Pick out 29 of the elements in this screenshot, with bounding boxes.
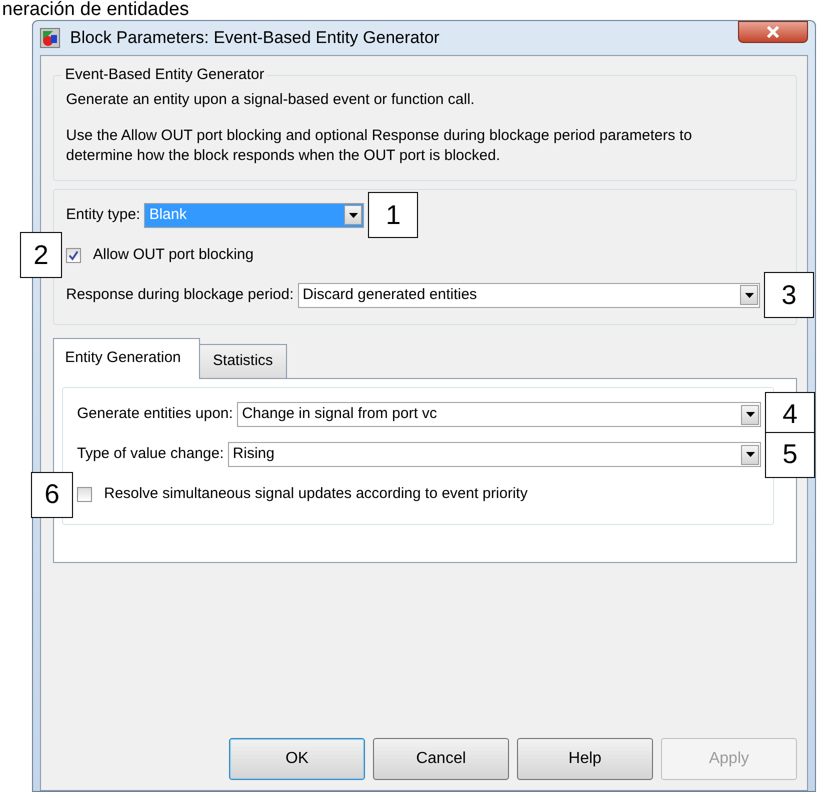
- close-button[interactable]: [738, 21, 808, 43]
- checkbox-label: Allow OUT port blocking: [93, 244, 254, 265]
- description-text: Use the Allow OUT port blocking and optional Response during blockage period parameters to determine how the block responds when the OUT port is blocked.: [66, 126, 693, 166]
- group-title: Event-Based Entity Generator: [64, 66, 266, 84]
- description-text: Generate an entity upon a signal-based event or function call.: [66, 90, 476, 110]
- dialog-button[interactable]: Cancel: [373, 738, 509, 780]
- tab[interactable]: Statistics: [198, 344, 287, 378]
- tab[interactable]: Entity Generation: [53, 338, 200, 378]
- dialog-button[interactable]: OK: [229, 738, 365, 780]
- dropdown-field[interactable]: Rising: [228, 442, 761, 467]
- dropdown-field[interactable]: Discard generated entities: [298, 282, 760, 308]
- dialog-button[interactable]: Help: [517, 738, 653, 780]
- checkbox-label: Resolve simultaneous signal updates according to event priority: [104, 484, 528, 504]
- window-title: Block Parameters: Event-Based Entity Generator: [70, 27, 440, 50]
- field-label: Type of value change:: [77, 444, 224, 464]
- callout-number: 3: [764, 272, 814, 318]
- callout-number: 6: [31, 472, 73, 518]
- dropdown-field[interactable]: Change in signal from port vc: [236, 402, 761, 427]
- app-icon: [40, 28, 60, 48]
- caption-text: neración de entidades: [2, 0, 190, 20]
- close-icon: [766, 26, 780, 38]
- field-label: Entity type:: [66, 204, 140, 225]
- checkbox[interactable]: [77, 487, 92, 502]
- callout-number: 2: [20, 232, 62, 278]
- callout-number: 1: [368, 192, 418, 238]
- field-label: Generate entities upon:: [77, 404, 233, 424]
- field-label: Response during blockage period:: [66, 284, 294, 305]
- checkbox[interactable]: [66, 248, 81, 262]
- callout-number: 5: [765, 432, 815, 478]
